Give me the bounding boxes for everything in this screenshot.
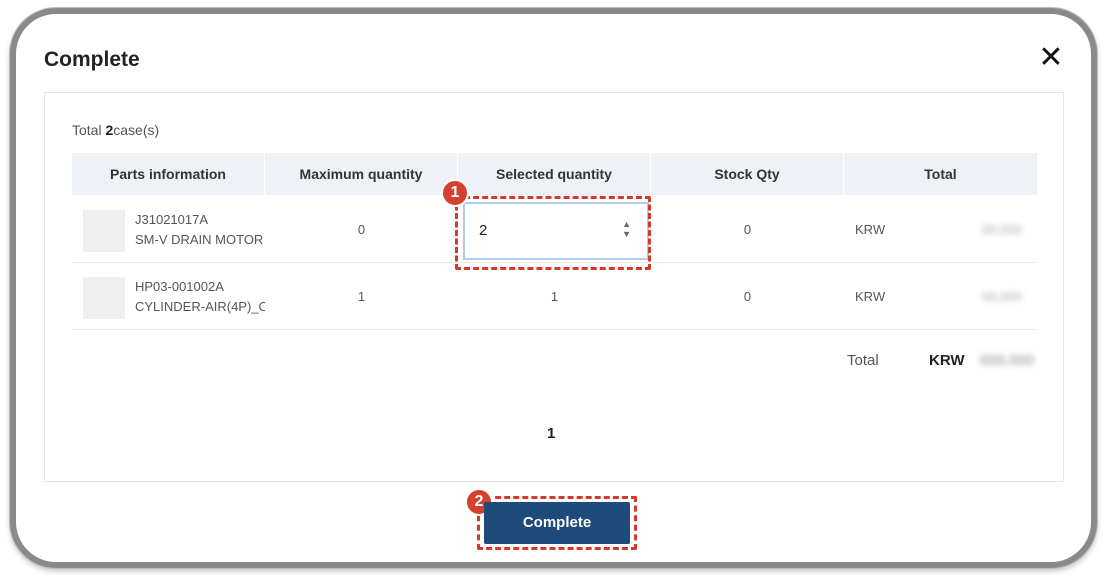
total-count: Total 2case(s)	[72, 122, 159, 138]
column-header-maximum-quantity: Maximum quantity	[265, 153, 458, 195]
selected-quantity: 1	[550, 289, 559, 304]
part-code: J31021017A	[135, 212, 209, 227]
currency: KRW	[855, 289, 886, 304]
content-panel: Total 2case(s) Parts information Maximum…	[44, 92, 1064, 482]
column-header-parts-information: Parts information	[72, 153, 265, 195]
stock-qty: 0	[743, 222, 752, 237]
close-icon[interactable]: ✕	[1037, 43, 1065, 73]
maximum-quantity: 0	[357, 222, 366, 237]
grand-total-label: Total	[847, 352, 879, 369]
total-count-suffix: case(s)	[113, 122, 160, 138]
table-row: HP03-001002A CYLINDER-AIR(4P)_C 1 1 0 KR…	[72, 264, 1037, 330]
modal-title: Complete	[44, 48, 140, 71]
column-header-total: Total	[924, 166, 957, 182]
part-thumbnail	[83, 210, 125, 252]
table-header: Parts information Maximum quantity Selec…	[72, 153, 1037, 195]
total-count-prefix: Total	[72, 122, 102, 138]
part-name: SM-V DRAIN MOTOR	[135, 232, 264, 247]
maximum-quantity: 1	[357, 289, 366, 304]
step-badge-1: 1	[441, 179, 469, 207]
highlight-box-quantity	[455, 196, 651, 270]
column-header-stock-qty: Stock Qty	[651, 153, 844, 195]
grand-total-currency: KRW	[929, 352, 965, 369]
pagination-page-1[interactable]: 1	[547, 425, 555, 442]
part-thumbnail	[83, 277, 125, 319]
currency: KRW	[855, 222, 886, 237]
grand-total-amount: 000,000	[980, 352, 1035, 369]
stock-qty: 0	[743, 289, 752, 304]
part-name: CYLINDER-AIR(4P)_C	[135, 299, 265, 314]
row-total-amount: 00,000	[982, 289, 1022, 304]
part-code: HP03-001002A	[135, 279, 224, 294]
column-header-selected-quantity: Selected quantity	[458, 153, 651, 195]
row-total-amount: 00,000	[982, 222, 1022, 237]
complete-button[interactable]: Complete	[484, 502, 630, 544]
dialog-frame: Complete ✕ Total 2case(s) Parts informat…	[10, 8, 1097, 568]
